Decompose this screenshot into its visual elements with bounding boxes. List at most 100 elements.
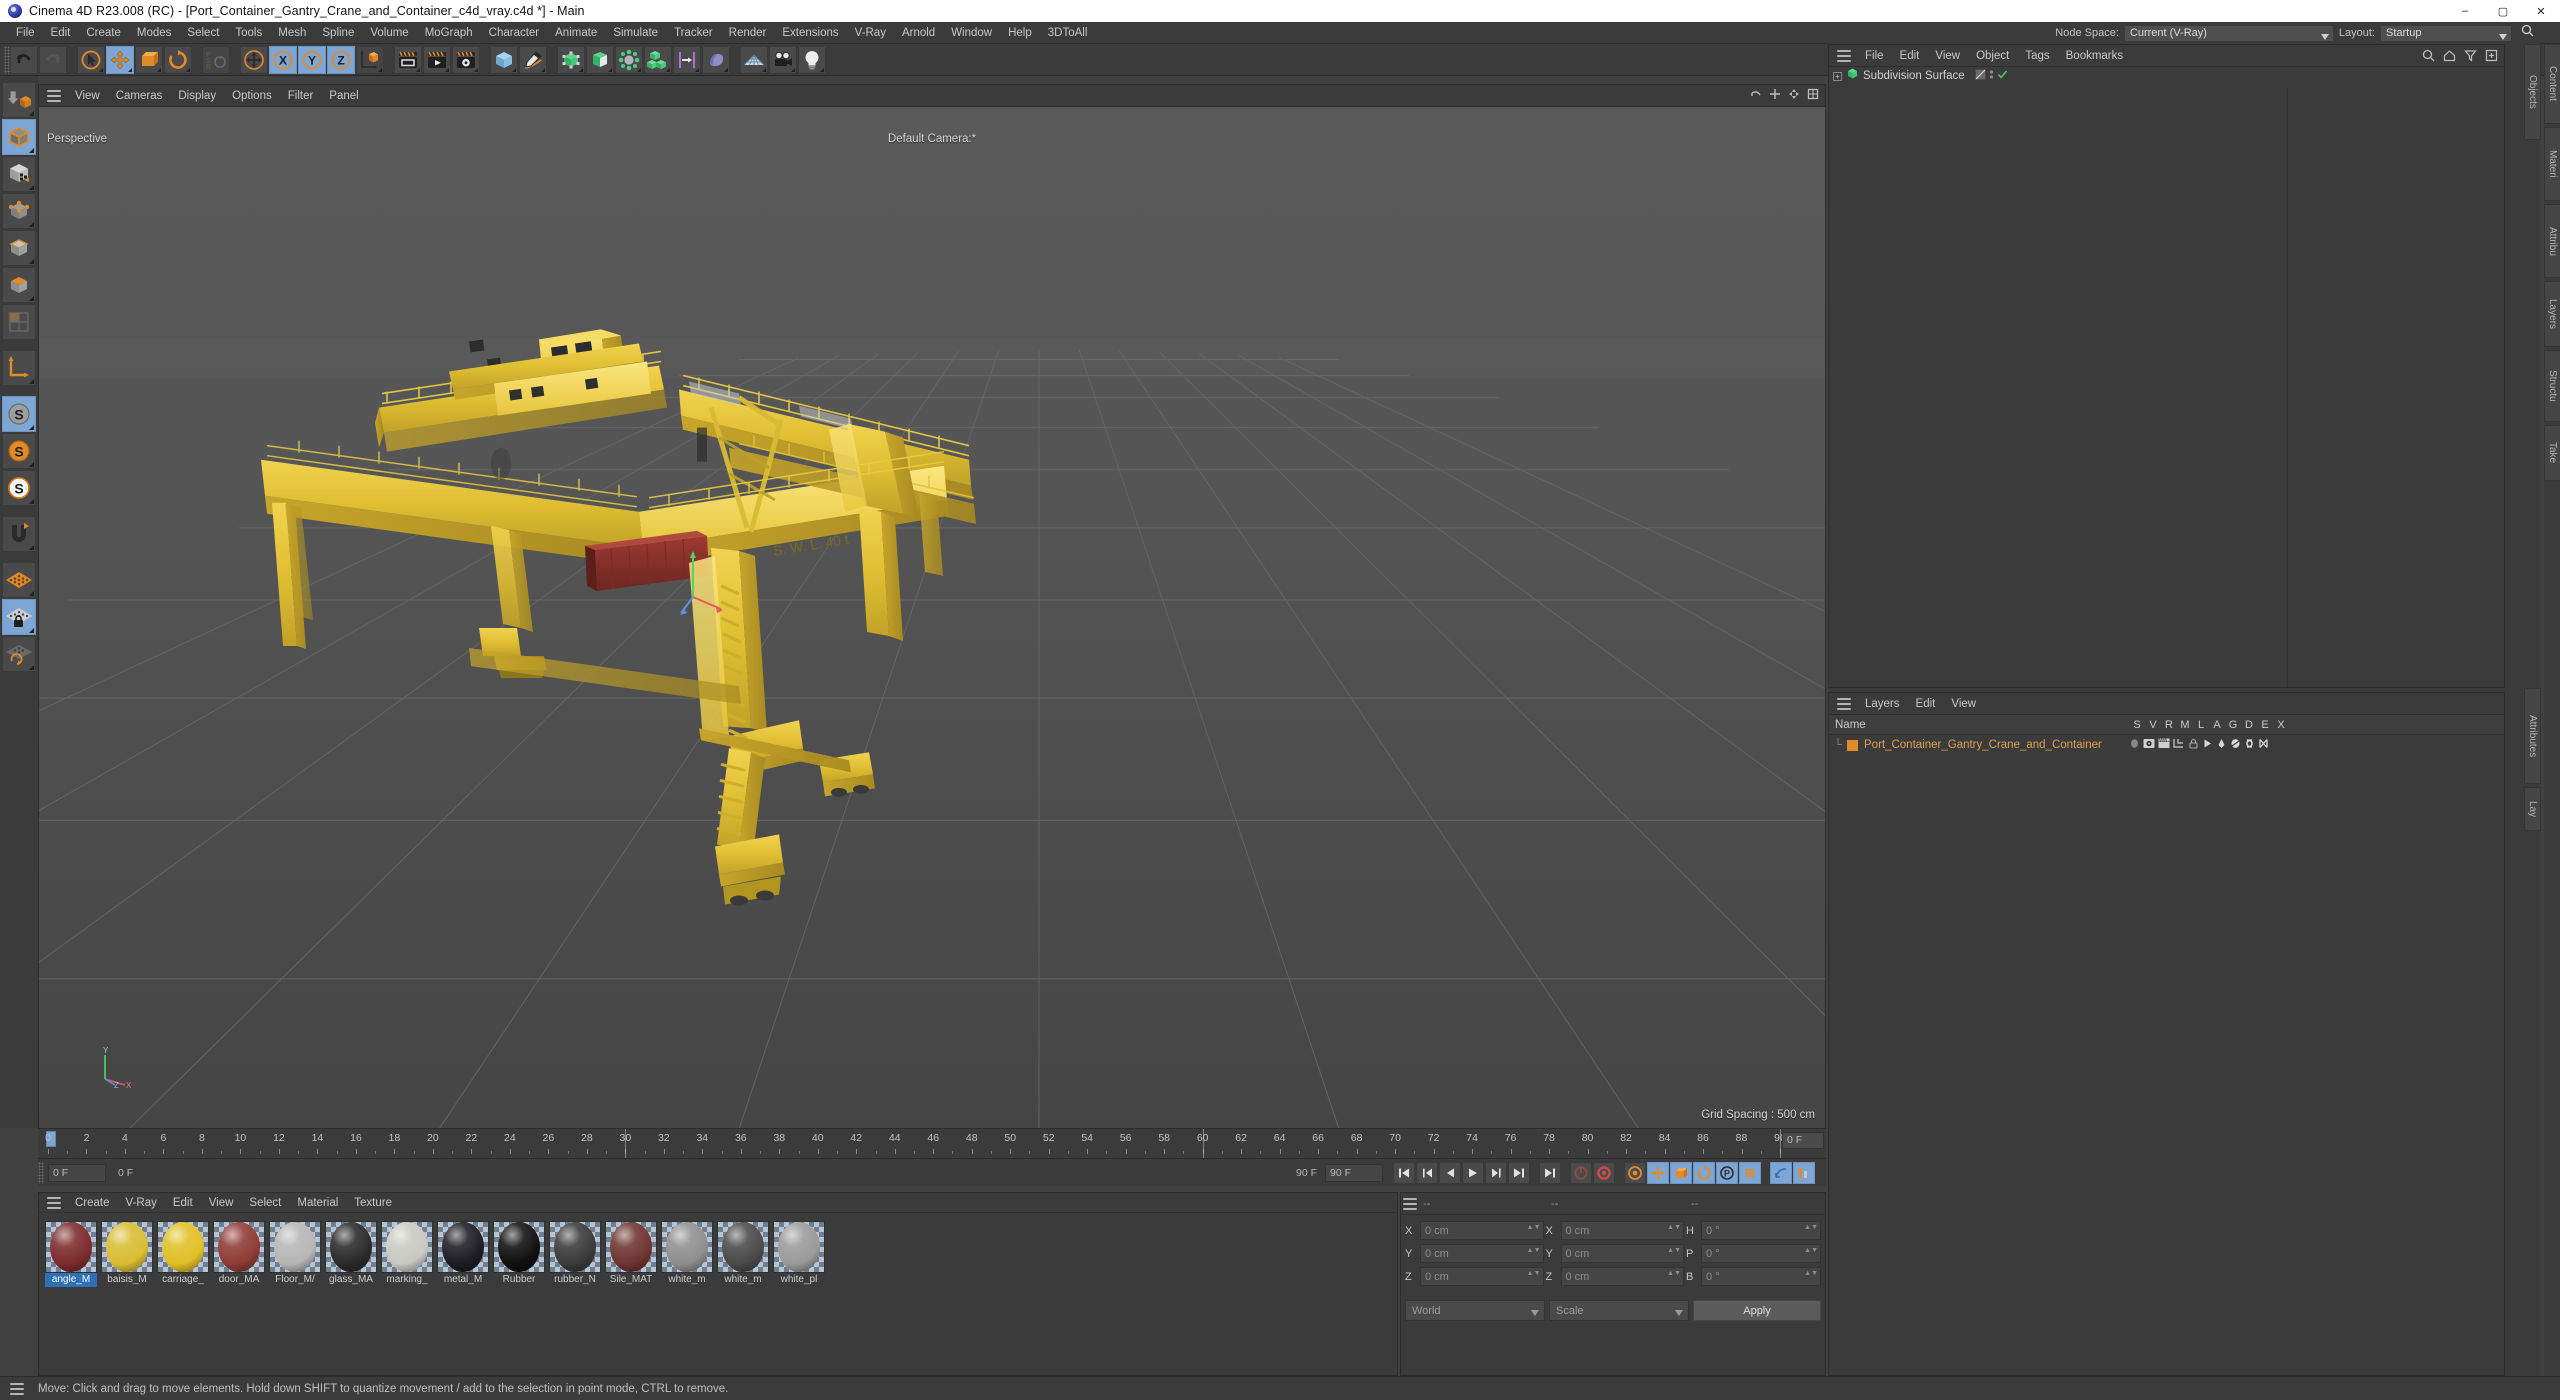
material-item[interactable]: Sile_MAT <box>605 1221 657 1287</box>
material-item[interactable]: metal_M <box>437 1221 489 1287</box>
coord-rotation-field[interactable]: 0 ° ▲▼ <box>1701 1221 1821 1240</box>
viewport-menu-filter[interactable]: Filter <box>280 88 322 104</box>
material-item[interactable]: baisis_M <box>101 1221 153 1287</box>
move-gizmo[interactable] <box>679 547 725 617</box>
timeline-ruler[interactable]: 0246810121416182022242628303234363840424… <box>38 1128 1826 1159</box>
layer-row[interactable]: └ Port_Container_Gantry_Crane_and_Contain… <box>1829 735 2504 755</box>
coord-rotation-field[interactable]: 0 ° ▲▼ <box>1701 1244 1821 1263</box>
tab-layer-manager[interactable]: Layers <box>2544 281 2560 347</box>
enabled-check-icon[interactable] <box>1997 67 2008 85</box>
coordinate-mode-select[interactable]: Scale <box>1549 1300 1689 1321</box>
viewport-menu-options[interactable]: Options <box>224 88 280 104</box>
viewport-menu-panel[interactable]: Panel <box>321 88 366 104</box>
floor-icon[interactable] <box>740 45 768 74</box>
menu-item-modes[interactable]: Modes <box>129 25 180 41</box>
preview-min-field[interactable]: 0 F <box>114 1164 174 1182</box>
layer-color-swatch[interactable] <box>1847 739 1858 751</box>
coordinates-hamburger-icon[interactable] <box>1403 1197 1417 1210</box>
tab-attribute-manager[interactable]: Attribu <box>2544 204 2560 278</box>
make-editable-icon[interactable] <box>2 82 36 118</box>
tab-layers[interactable]: Lay <box>2524 787 2541 831</box>
lock-workplane-icon[interactable] <box>2 599 36 635</box>
light-icon[interactable] <box>798 45 826 74</box>
key-rotation-icon[interactable] <box>1693 1161 1715 1184</box>
manager-icon[interactable] <box>2173 736 2185 754</box>
material-preview[interactable] <box>605 1221 657 1273</box>
object-menu-view[interactable]: View <box>1927 49 1968 63</box>
viewport-menu-cameras[interactable]: Cameras <box>108 88 171 104</box>
axis-modify-icon[interactable] <box>2 350 36 386</box>
point-mode-icon[interactable] <box>2 193 36 229</box>
key-position-icon[interactable] <box>1647 1161 1669 1184</box>
camera-icon[interactable] <box>769 45 797 74</box>
object-menu-object[interactable]: Object <box>1968 49 2017 63</box>
material-preview[interactable] <box>45 1221 97 1273</box>
menu-item-window[interactable]: Window <box>943 25 1000 41</box>
render-queue-icon[interactable] <box>423 45 451 74</box>
material-menu-v-ray[interactable]: V-Ray <box>118 1196 165 1210</box>
redo-icon[interactable] <box>39 45 67 74</box>
object-menu-bookmarks[interactable]: Bookmarks <box>2058 49 2132 63</box>
status-hamburger-icon[interactable] <box>10 1382 24 1395</box>
key-point-icon[interactable] <box>1739 1161 1761 1184</box>
menu-item-3dtoall[interactable]: 3DToAll <box>1040 25 1096 41</box>
material-item[interactable]: marking_ <box>381 1221 433 1287</box>
object-menu-tags[interactable]: Tags <box>2017 49 2057 63</box>
playbar-drag-handle[interactable] <box>38 1161 44 1184</box>
view-icon[interactable] <box>2143 736 2155 754</box>
material-preview[interactable] <box>493 1221 545 1273</box>
select-cursor-icon[interactable] <box>77 45 105 74</box>
material-preview[interactable] <box>661 1221 713 1273</box>
coord-size-field[interactable]: 0 cm ▲▼ <box>1560 1221 1684 1240</box>
apply-button[interactable]: Apply <box>1693 1300 1821 1321</box>
material-preview[interactable] <box>549 1221 601 1273</box>
viewport-menu-view[interactable]: View <box>67 88 108 104</box>
edge-mode-icon[interactable] <box>2 230 36 266</box>
tab-take-manager[interactable]: Take <box>2544 425 2560 481</box>
material-preview[interactable] <box>381 1221 433 1273</box>
psr-icon[interactable]: PSR <box>202 45 230 74</box>
material-item[interactable]: carriage_ <box>157 1221 209 1287</box>
subdivision-surface-icon[interactable] <box>557 45 585 74</box>
material-item[interactable]: white_pl <box>773 1221 825 1287</box>
viewport-canvas[interactable]: Perspective Default Camera:* S. W. L. 40… <box>39 107 1825 1129</box>
menu-item-extensions[interactable]: Extensions <box>774 25 846 41</box>
autokey-icon[interactable] <box>1570 1161 1592 1184</box>
undo-icon[interactable] <box>10 45 38 74</box>
material-preview[interactable] <box>213 1221 265 1273</box>
material-preview[interactable] <box>157 1221 209 1273</box>
enable-snap-icon[interactable]: S <box>2 396 36 432</box>
filter-icon[interactable] <box>2464 49 2477 67</box>
menu-item-simulate[interactable]: Simulate <box>605 25 666 41</box>
material-item[interactable]: Rubber <box>493 1221 545 1287</box>
perspective-viewport[interactable]: View Cameras Display Options Filter Panel Per… <box>38 84 1826 1129</box>
coordinate-system-select[interactable]: World <box>1405 1300 1545 1321</box>
goto-start-icon[interactable] <box>1393 1161 1415 1184</box>
layer-rows[interactable]: └ Port_Container_Gantry_Crane_and_Contain… <box>1829 735 2504 755</box>
timeline-end-field[interactable]: 0 F <box>1782 1132 1824 1149</box>
xref-icon[interactable] <box>2258 736 2269 754</box>
move-axis-icon[interactable] <box>240 45 268 74</box>
workplane-icon[interactable] <box>2 562 36 598</box>
world-object-axis-icon[interactable] <box>356 45 384 74</box>
field-icon[interactable] <box>702 45 730 74</box>
material-preview[interactable] <box>269 1221 321 1273</box>
material-menu-hamburger-icon[interactable] <box>47 1196 61 1209</box>
move-icon[interactable] <box>106 45 134 74</box>
texture-mode-icon[interactable] <box>2 156 36 192</box>
menu-item-edit[interactable]: Edit <box>43 25 79 41</box>
material-menu-edit[interactable]: Edit <box>165 1196 201 1210</box>
coord-position-field[interactable]: 0 cm ▲▼ <box>1420 1244 1544 1263</box>
material-preview[interactable] <box>773 1221 825 1273</box>
layers-menu-edit[interactable]: Edit <box>1908 697 1944 711</box>
render-view-icon[interactable] <box>394 45 422 74</box>
material-menu-material[interactable]: Material <box>289 1196 346 1210</box>
scale-icon[interactable] <box>135 45 163 74</box>
viewport-menu-hamburger-icon[interactable] <box>47 89 61 102</box>
material-preview[interactable] <box>717 1221 769 1273</box>
material-preview[interactable] <box>325 1221 377 1273</box>
deformer-icon[interactable] <box>615 45 643 74</box>
visibility-dots-icon[interactable] <box>1989 67 1994 85</box>
coord-position-field[interactable]: 0 cm ▲▼ <box>1420 1221 1544 1240</box>
snap-settings-icon[interactable]: S <box>2 433 36 469</box>
